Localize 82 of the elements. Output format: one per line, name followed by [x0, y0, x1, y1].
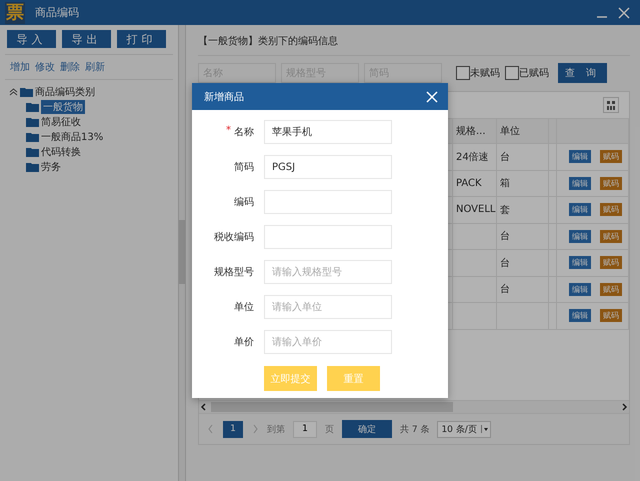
assign-button[interactable]: 赋码	[600, 176, 622, 190]
tree-item[interactable]: 代码转换	[41, 144, 81, 158]
section-heading: 【一般货物】类别下的编码信息	[198, 25, 630, 56]
input-field[interactable]: 请输入单位	[264, 295, 392, 319]
tree-item[interactable]: 一般货物	[41, 100, 85, 114]
dialog-title: 新增商品	[204, 90, 245, 104]
page-button[interactable]: 1	[223, 420, 243, 438]
input-field[interactable]: PGSJ	[264, 155, 392, 179]
table-cell: NOVELL	[456, 204, 496, 216]
folder-icon	[26, 102, 39, 112]
folder-icon	[26, 146, 39, 156]
assign-button[interactable]: 赋码	[600, 282, 622, 296]
folder-icon	[26, 162, 39, 172]
field-label: 名称	[234, 126, 254, 139]
table-cell-text: 台	[500, 256, 510, 270]
field-label: 税收编码	[214, 230, 254, 244]
checkbox[interactable]	[456, 66, 470, 80]
collapse-icon[interactable]	[9, 88, 18, 96]
required-mark: *	[226, 125, 231, 138]
input-field[interactable]: 请输入单价	[264, 330, 392, 354]
confirm-button[interactable]: 确定	[342, 420, 392, 438]
tree-item[interactable]: 一般商品13%	[41, 130, 104, 144]
action-link[interactable]: 修改	[35, 60, 55, 74]
field-label: 单位	[234, 300, 254, 314]
action-link[interactable]: 删除	[60, 60, 80, 74]
assign-button[interactable]: 赋码	[600, 150, 622, 164]
column-header: 规格...	[453, 119, 497, 143]
edit-button[interactable]: 编辑	[569, 309, 591, 322]
dropdown-caret-icon[interactable]	[480, 425, 490, 433]
table-cell-text: 台	[500, 150, 510, 164]
checkbox-label: 未赋码	[470, 66, 500, 80]
page-size-select[interactable]: 10 条/页	[437, 420, 491, 438]
collapse-handle[interactable]	[179, 220, 185, 284]
window-title: 商品编码	[35, 5, 80, 20]
field-label: 编码	[234, 196, 254, 209]
input-field[interactable]: 请输入规格型号	[264, 260, 392, 284]
field-label: 简码	[234, 161, 254, 174]
table-cell-text: 台	[500, 230, 510, 244]
table-cell-text: 24倍速	[456, 150, 489, 164]
tree-item[interactable]: 简易征收	[41, 114, 81, 128]
table-cell-text: 套	[500, 204, 510, 217]
close-icon[interactable]	[618, 6, 630, 18]
folder-icon	[26, 116, 39, 126]
query-button[interactable]: 查 询	[558, 63, 607, 83]
column-header: 单位	[497, 119, 549, 143]
field-label: 单价	[234, 336, 254, 349]
toolbar-button[interactable]: 导出	[62, 30, 111, 48]
assign-button[interactable]: 赋码	[600, 230, 622, 243]
assign-button[interactable]: 赋码	[600, 203, 622, 216]
edit-button[interactable]: 编辑	[569, 203, 591, 216]
table-cell: PACK	[456, 178, 482, 189]
field-label: 规格型号	[214, 266, 254, 279]
tree-item[interactable]: 商品编码类别	[35, 84, 95, 98]
columns-icon[interactable]	[603, 97, 619, 113]
edit-button[interactable]: 编辑	[569, 282, 591, 296]
toolbar-button[interactable]: 导入	[7, 30, 56, 48]
total-count: 共 7 条	[400, 424, 430, 436]
checkbox-label: 已赋码	[519, 66, 549, 80]
page-unit: 页	[325, 424, 334, 436]
folder-icon	[20, 86, 33, 96]
edit-button[interactable]: 编辑	[569, 176, 591, 190]
input-field[interactable]: 苹果手机	[264, 120, 392, 144]
scrollbar-thumb[interactable]	[211, 402, 453, 412]
input-field[interactable]	[264, 225, 392, 249]
checkbox[interactable]	[505, 66, 519, 80]
edit-button[interactable]: 编辑	[569, 230, 591, 243]
folder-icon	[26, 132, 39, 142]
assign-button[interactable]: 赋码	[600, 309, 622, 322]
assign-button[interactable]: 赋码	[600, 256, 622, 270]
close-icon[interactable]	[426, 90, 438, 102]
input-field[interactable]	[264, 190, 392, 214]
edit-button[interactable]: 编辑	[569, 256, 591, 270]
goto-label: 到第	[267, 424, 285, 436]
action-link[interactable]: 刷新	[85, 60, 105, 74]
table-cell-text: 台	[500, 282, 510, 296]
toolbar-button[interactable]: 打印	[117, 30, 166, 48]
edit-button[interactable]: 编辑	[569, 150, 591, 164]
app-logo: 票	[5, 2, 25, 24]
page-field[interactable]: 1	[293, 420, 317, 438]
action-link[interactable]: 增加	[10, 60, 30, 74]
table-cell-text: 箱	[500, 177, 510, 190]
tree-item[interactable]: 劳务	[41, 160, 61, 174]
